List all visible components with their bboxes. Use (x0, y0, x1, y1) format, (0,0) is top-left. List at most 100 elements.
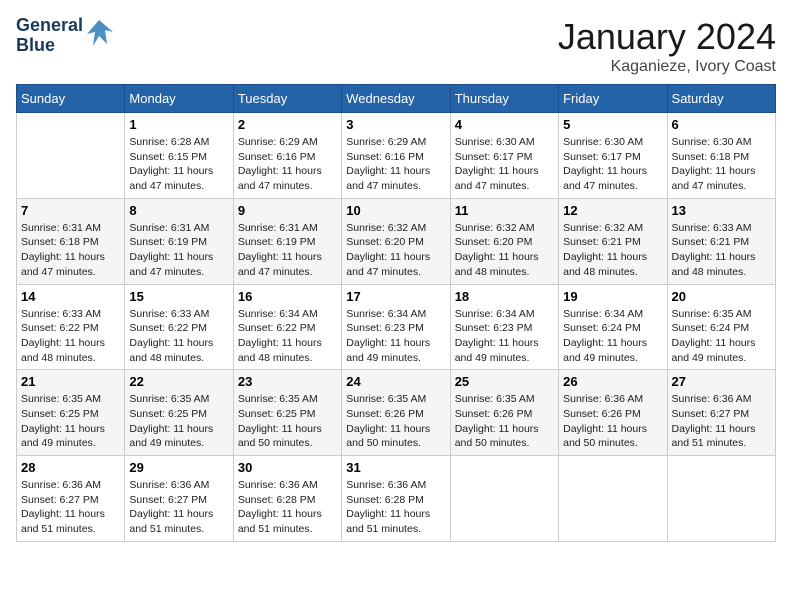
calendar-day-cell: 6 Sunrise: 6:30 AM Sunset: 6:18 PM Daylig… (667, 113, 775, 199)
day-info: Sunrise: 6:33 AM Sunset: 6:21 PM Dayligh… (672, 221, 771, 280)
calendar-day-cell: 15 Sunrise: 6:33 AM Sunset: 6:22 PM Dayli… (125, 284, 233, 370)
calendar-day-cell: 18Sunrise: 6:34 AM Sunset: 6:23 PM Dayli… (450, 284, 558, 370)
calendar-day-cell: 31 Sunrise: 6:36 AM Sunset: 6:28 PM Dayli… (342, 456, 450, 542)
weekday-header-cell: Thursday (450, 85, 558, 113)
day-number: 27 (672, 374, 771, 389)
day-number: 7 (21, 203, 120, 218)
title-block: January 2024 Kaganieze, Ivory Coast (558, 16, 776, 76)
day-info: Sunrise: 6:29 AM Sunset: 6:16 PM Dayligh… (238, 135, 337, 194)
weekday-header-cell: Monday (125, 85, 233, 113)
day-info: Sunrise: 6:28 AM Sunset: 6:15 PM Dayligh… (129, 135, 228, 194)
calendar-day-cell: 25 Sunrise: 6:35 AM Sunset: 6:26 PM Dayli… (450, 370, 558, 456)
day-info: Sunrise: 6:30 AM Sunset: 6:17 PM Dayligh… (455, 135, 554, 194)
day-info: Sunrise: 6:30 AM Sunset: 6:17 PM Dayligh… (563, 135, 662, 194)
day-info: Sunrise: 6:36 AM Sunset: 6:28 PM Dayligh… (346, 478, 445, 537)
day-number: 2 (238, 117, 337, 132)
calendar-day-cell: 5 Sunrise: 6:30 AM Sunset: 6:17 PM Daylig… (559, 113, 667, 199)
day-info: Sunrise: 6:33 AM Sunset: 6:22 PM Dayligh… (21, 307, 120, 366)
calendar-day-cell: 3 Sunrise: 6:29 AM Sunset: 6:16 PM Daylig… (342, 113, 450, 199)
calendar-week-row: 28 Sunrise: 6:36 AM Sunset: 6:27 PM Dayli… (17, 456, 776, 542)
day-number: 11 (455, 203, 554, 218)
calendar-table: SundayMondayTuesdayWednesdayThursdayFrid… (16, 84, 776, 542)
day-info: Sunrise: 6:29 AM Sunset: 6:16 PM Dayligh… (346, 135, 445, 194)
calendar-day-cell: 4 Sunrise: 6:30 AM Sunset: 6:17 PM Daylig… (450, 113, 558, 199)
day-info: Sunrise: 6:31 AM Sunset: 6:18 PM Dayligh… (21, 221, 120, 280)
day-number: 13 (672, 203, 771, 218)
day-number: 14 (21, 289, 120, 304)
calendar-day-cell: 28 Sunrise: 6:36 AM Sunset: 6:27 PM Dayli… (17, 456, 125, 542)
calendar-day-cell: 2 Sunrise: 6:29 AM Sunset: 6:16 PM Daylig… (233, 113, 341, 199)
day-info: Sunrise: 6:32 AM Sunset: 6:21 PM Dayligh… (563, 221, 662, 280)
calendar-day-cell: 17Sunrise: 6:34 AM Sunset: 6:23 PM Dayli… (342, 284, 450, 370)
calendar-day-cell: 20 Sunrise: 6:35 AM Sunset: 6:24 PM Dayli… (667, 284, 775, 370)
day-number: 29 (129, 460, 228, 475)
day-number: 31 (346, 460, 445, 475)
day-number: 15 (129, 289, 228, 304)
day-number: 4 (455, 117, 554, 132)
day-info: Sunrise: 6:36 AM Sunset: 6:27 PM Dayligh… (21, 478, 120, 537)
calendar-day-cell: 1Sunrise: 6:28 AM Sunset: 6:15 PM Daylig… (125, 113, 233, 199)
day-number: 20 (672, 289, 771, 304)
calendar-day-cell: 16 Sunrise: 6:34 AM Sunset: 6:22 PM Dayli… (233, 284, 341, 370)
day-info: Sunrise: 6:31 AM Sunset: 6:19 PM Dayligh… (238, 221, 337, 280)
calendar-day-cell: 23Sunrise: 6:35 AM Sunset: 6:25 PM Dayli… (233, 370, 341, 456)
weekday-header-row: SundayMondayTuesdayWednesdayThursdayFrid… (17, 85, 776, 113)
calendar-day-cell: 27 Sunrise: 6:36 AM Sunset: 6:27 PM Dayli… (667, 370, 775, 456)
logo: GeneralBlue (16, 16, 115, 56)
calendar-day-cell: 24Sunrise: 6:35 AM Sunset: 6:26 PM Dayli… (342, 370, 450, 456)
day-number: 8 (129, 203, 228, 218)
weekday-header-cell: Tuesday (233, 85, 341, 113)
day-info: Sunrise: 6:35 AM Sunset: 6:26 PM Dayligh… (346, 392, 445, 451)
calendar-day-cell (450, 456, 558, 542)
calendar-day-cell (667, 456, 775, 542)
calendar-day-cell: 9 Sunrise: 6:31 AM Sunset: 6:19 PM Daylig… (233, 198, 341, 284)
calendar-subtitle: Kaganieze, Ivory Coast (558, 58, 776, 76)
calendar-day-cell: 8Sunrise: 6:31 AM Sunset: 6:19 PM Daylig… (125, 198, 233, 284)
weekday-header-cell: Saturday (667, 85, 775, 113)
day-info: Sunrise: 6:36 AM Sunset: 6:27 PM Dayligh… (672, 392, 771, 451)
calendar-day-cell: 21Sunrise: 6:35 AM Sunset: 6:25 PM Dayli… (17, 370, 125, 456)
page-header: GeneralBlue January 2024 Kaganieze, Ivor… (16, 16, 776, 76)
calendar-day-cell: 7 Sunrise: 6:31 AM Sunset: 6:18 PM Daylig… (17, 198, 125, 284)
day-info: Sunrise: 6:33 AM Sunset: 6:22 PM Dayligh… (129, 307, 228, 366)
day-info: Sunrise: 6:35 AM Sunset: 6:25 PM Dayligh… (129, 392, 228, 451)
calendar-day-cell: 26 Sunrise: 6:36 AM Sunset: 6:26 PM Dayli… (559, 370, 667, 456)
day-info: Sunrise: 6:32 AM Sunset: 6:20 PM Dayligh… (346, 221, 445, 280)
day-number: 19 (563, 289, 662, 304)
day-number: 17 (346, 289, 445, 304)
weekday-header-cell: Sunday (17, 85, 125, 113)
day-number: 12 (563, 203, 662, 218)
calendar-day-cell: 10 Sunrise: 6:32 AM Sunset: 6:20 PM Dayli… (342, 198, 450, 284)
day-number: 28 (21, 460, 120, 475)
logo-bird-icon (85, 18, 115, 54)
calendar-day-cell (17, 113, 125, 199)
day-number: 21 (21, 374, 120, 389)
weekday-header-cell: Friday (559, 85, 667, 113)
day-number: 26 (563, 374, 662, 389)
day-info: Sunrise: 6:34 AM Sunset: 6:22 PM Dayligh… (238, 307, 337, 366)
day-info: Sunrise: 6:34 AM Sunset: 6:24 PM Dayligh… (563, 307, 662, 366)
calendar-week-row: 7 Sunrise: 6:31 AM Sunset: 6:18 PM Daylig… (17, 198, 776, 284)
day-info: Sunrise: 6:35 AM Sunset: 6:24 PM Dayligh… (672, 307, 771, 366)
logo-text: GeneralBlue (16, 16, 83, 56)
calendar-body: 1Sunrise: 6:28 AM Sunset: 6:15 PM Daylig… (17, 113, 776, 542)
day-number: 10 (346, 203, 445, 218)
calendar-day-cell: 14 Sunrise: 6:33 AM Sunset: 6:22 PM Dayli… (17, 284, 125, 370)
day-info: Sunrise: 6:35 AM Sunset: 6:26 PM Dayligh… (455, 392, 554, 451)
calendar-day-cell (559, 456, 667, 542)
day-info: Sunrise: 6:36 AM Sunset: 6:26 PM Dayligh… (563, 392, 662, 451)
calendar-week-row: 1Sunrise: 6:28 AM Sunset: 6:15 PM Daylig… (17, 113, 776, 199)
day-number: 23 (238, 374, 337, 389)
calendar-title: January 2024 (558, 16, 776, 58)
day-info: Sunrise: 6:36 AM Sunset: 6:27 PM Dayligh… (129, 478, 228, 537)
day-number: 5 (563, 117, 662, 132)
day-number: 6 (672, 117, 771, 132)
calendar-day-cell: 13 Sunrise: 6:33 AM Sunset: 6:21 PM Dayli… (667, 198, 775, 284)
day-number: 3 (346, 117, 445, 132)
day-number: 16 (238, 289, 337, 304)
day-info: Sunrise: 6:30 AM Sunset: 6:18 PM Dayligh… (672, 135, 771, 194)
day-number: 18 (455, 289, 554, 304)
day-info: Sunrise: 6:36 AM Sunset: 6:28 PM Dayligh… (238, 478, 337, 537)
day-number: 9 (238, 203, 337, 218)
day-number: 25 (455, 374, 554, 389)
